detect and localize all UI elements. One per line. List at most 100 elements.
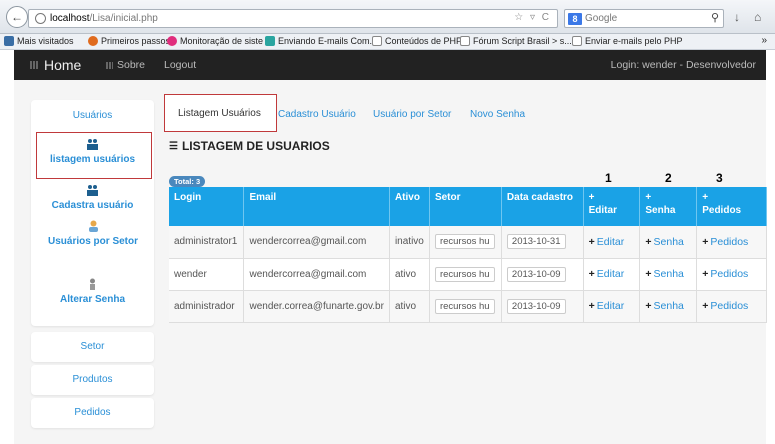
- url-host: localhost: [50, 13, 90, 24]
- date-field[interactable]: 2013-10-09: [506, 266, 566, 282]
- back-arrow-icon[interactable]: ←: [6, 6, 28, 28]
- pedidos-link[interactable]: + Pedidos: [702, 300, 748, 312]
- tab-listagem-usuarios[interactable]: Listagem Usuários: [164, 94, 277, 132]
- grid-icon: [106, 61, 113, 69]
- cell-pedidos: + Pedidos: [696, 226, 767, 259]
- tab-usuario-por-setor[interactable]: Usuário por Setor: [373, 109, 451, 120]
- download-icon[interactable]: ↓: [734, 10, 740, 24]
- table-row: administrador wender.correa@funarte.gov.…: [169, 290, 767, 323]
- setor-field[interactable]: recursos hu: [434, 234, 495, 250]
- cell-senha: + Senha: [639, 290, 698, 323]
- bookmark-item[interactable]: Enviar e-mails pelo PHP: [572, 36, 683, 46]
- header-ativo[interactable]: Ativo: [389, 187, 430, 226]
- pedidos-link[interactable]: + Pedidos: [702, 236, 748, 248]
- bookmark-item[interactable]: Fórum Script Brasil > s...: [460, 36, 572, 46]
- search-box[interactable]: 8 Google ⚲: [564, 9, 724, 28]
- nav-sobre[interactable]: Sobre: [106, 59, 145, 71]
- login-info: Login: wender - Desenvolvedor: [610, 59, 756, 71]
- header-setor[interactable]: Setor: [429, 187, 502, 226]
- setor-field[interactable]: recursos hu: [434, 266, 495, 282]
- plus-icon: +: [588, 235, 595, 248]
- senha-link[interactable]: + Senha: [645, 268, 684, 280]
- cell-ativo: inativo: [389, 226, 430, 259]
- search-icon[interactable]: ⚲: [711, 11, 719, 24]
- firefox-icon: [88, 36, 98, 46]
- url-path: /Lisa/inicial.php: [89, 13, 158, 24]
- cell-login: wender: [169, 258, 245, 291]
- cell-editar: + Editar: [583, 290, 641, 323]
- header-pedidos: + Pedidos: [696, 187, 767, 226]
- cell-senha: + Senha: [639, 258, 698, 291]
- header-email[interactable]: Email: [243, 187, 390, 226]
- globe-icon: [35, 13, 46, 24]
- cell-email: wendercorrea@gmail.com: [243, 258, 390, 291]
- cell-login: administrador: [169, 290, 245, 323]
- star-refresh-icons[interactable]: ☆ ▿ C: [514, 12, 551, 23]
- pedidos-link[interactable]: + Pedidos: [702, 268, 748, 280]
- sidebar-button-produtos[interactable]: Produtos: [31, 365, 154, 395]
- senha-link[interactable]: + Senha: [645, 236, 684, 248]
- cell-data: 2013-10-09: [501, 290, 584, 323]
- plus-icon: +: [702, 192, 709, 203]
- header-login[interactable]: Login: [169, 187, 245, 226]
- address-bar[interactable]: localhost /Lisa/inicial.php ☆ ▿ C: [28, 9, 558, 28]
- cell-email: wendercorrea@gmail.com: [243, 226, 390, 259]
- key-person-icon: [90, 278, 95, 290]
- cell-ativo: ativo: [389, 290, 430, 323]
- page-icon: [372, 36, 382, 46]
- plus-icon: +: [645, 192, 652, 203]
- tab-cadastro-usuario[interactable]: Cadastro Usuário: [278, 109, 356, 120]
- date-field[interactable]: 2013-10-31: [506, 234, 566, 250]
- cell-editar: + Editar: [583, 226, 641, 259]
- highlight-box: [36, 132, 152, 179]
- bookmark-icon: [167, 36, 177, 46]
- plus-icon: +: [645, 235, 652, 248]
- bookmark-item[interactable]: Primeiros passos: [88, 36, 170, 46]
- home-link[interactable]: Home: [30, 57, 81, 73]
- sidebar-item-usuarios-setor[interactable]: Usuários por Setor: [43, 220, 143, 248]
- setor-field[interactable]: recursos hu: [434, 298, 495, 314]
- sidebar-item-alterar-senha[interactable]: Alterar Senha: [31, 278, 154, 306]
- home-icon[interactable]: ⌂: [754, 10, 761, 24]
- date-field[interactable]: 2013-10-09: [506, 298, 566, 314]
- sidebar-title[interactable]: Usuários: [31, 110, 154, 121]
- header-data-cadastro[interactable]: Data cadastro: [501, 187, 584, 226]
- header-senha: + Senha: [639, 187, 698, 226]
- google-icon: 8: [568, 12, 582, 25]
- app-navbar: Home Sobre Logout Login: wender - Desenv…: [14, 50, 766, 80]
- sidebar-button-pedidos[interactable]: Pedidos: [31, 398, 154, 428]
- table-row: administrator1 wendercorrea@gmail.com in…: [169, 226, 767, 259]
- users-icon: [87, 185, 98, 196]
- page-title: ☰ LISTAGEM DE USUARIOS: [169, 139, 330, 153]
- cell-email: wender.correa@funarte.gov.br: [243, 290, 390, 323]
- sidebar-item-cadastra[interactable]: Cadastra usuário: [31, 184, 154, 212]
- plus-icon: +: [702, 235, 709, 248]
- nav-logout[interactable]: Logout: [164, 59, 196, 71]
- cell-data: 2013-10-31: [501, 226, 584, 259]
- senha-link[interactable]: + Senha: [645, 300, 684, 312]
- bookmark-item[interactable]: Enviando E-mails Com...: [265, 36, 377, 46]
- sidebar-button-setor[interactable]: Setor: [31, 332, 154, 362]
- bookmark-item[interactable]: Mais visitados: [4, 36, 74, 46]
- editar-link[interactable]: + Editar: [589, 300, 625, 312]
- editar-link[interactable]: + Editar: [589, 236, 625, 248]
- cell-setor: recursos hu: [429, 226, 502, 259]
- cell-setor: recursos hu: [429, 290, 502, 323]
- bookmark-item[interactable]: Conteúdos de PHP: [372, 36, 462, 46]
- bookmark-item[interactable]: Monitoração de siste: [167, 36, 263, 46]
- plus-icon: +: [588, 192, 595, 203]
- plus-icon: +: [588, 300, 595, 312]
- column-number: 1: [605, 171, 612, 185]
- total-badge: Total: 3: [169, 176, 206, 187]
- table-header-row: Login Email Ativo Setor Data cadastro + E…: [169, 187, 767, 226]
- grid-icon: [30, 61, 38, 69]
- chevron-right-icon[interactable]: »: [761, 35, 767, 46]
- editar-link[interactable]: + Editar: [589, 268, 625, 280]
- page-icon: [460, 36, 470, 46]
- cell-setor: recursos hu: [429, 258, 502, 291]
- plus-icon: +: [645, 300, 652, 312]
- tab-novo-senha[interactable]: Novo Senha: [470, 109, 525, 120]
- cell-pedidos: + Pedidos: [696, 258, 767, 291]
- cell-pedidos: + Pedidos: [696, 290, 767, 323]
- page-icon: [572, 36, 582, 46]
